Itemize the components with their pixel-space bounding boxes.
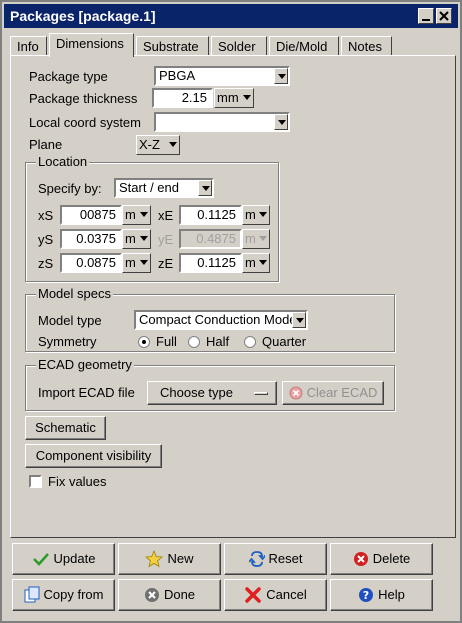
- model-specs-title: Model specs: [36, 286, 113, 301]
- local-coord-select[interactable]: [154, 112, 290, 132]
- tab-notes[interactable]: Notes: [341, 36, 392, 56]
- done-icon: [144, 587, 159, 602]
- thickness-unit-select[interactable]: mm: [214, 88, 254, 108]
- xs-label: xS: [38, 208, 54, 223]
- tab-die-mold[interactable]: Die/Mold: [269, 36, 339, 56]
- schematic-button[interactable]: Schematic: [25, 416, 106, 440]
- chevron-down-icon: [243, 95, 251, 100]
- menu-indicator-icon: [254, 392, 268, 395]
- xs-unit-select[interactable]: m: [122, 205, 151, 225]
- help-button[interactable]: ? Help: [330, 579, 433, 611]
- chevron-down-icon: [259, 236, 267, 241]
- close-button[interactable]: [436, 8, 452, 24]
- minimize-button[interactable]: [418, 8, 434, 24]
- clear-icon: [289, 386, 303, 400]
- import-ecad-label: Import ECAD file: [38, 385, 135, 400]
- window-title: Packages [package.1]: [10, 8, 156, 24]
- model-type-label: Model type: [38, 313, 102, 328]
- chevron-down-icon: [259, 212, 267, 217]
- minimize-icon: [422, 19, 430, 21]
- star-icon: [145, 549, 164, 567]
- tab-dimensions[interactable]: Dimensions: [49, 33, 134, 57]
- packages-window: Packages [package.1] Info Dimensions Sub…: [0, 0, 462, 623]
- symmetry-half-label: Half: [206, 334, 230, 349]
- xe-input[interactable]: 0.1125: [179, 205, 242, 225]
- reset-button[interactable]: Reset: [224, 543, 327, 575]
- symmetry-quarter-radio[interactable]: [244, 336, 256, 348]
- ys-label: yS: [38, 232, 54, 247]
- chevron-down-icon: [274, 114, 288, 130]
- symmetry-label: Symmetry: [38, 334, 97, 349]
- help-icon: ?: [359, 587, 374, 602]
- copy-icon: [24, 586, 40, 603]
- tab-info[interactable]: Info: [10, 36, 47, 56]
- zs-label: zS: [38, 256, 54, 271]
- location-title: Location: [36, 154, 90, 169]
- chevron-down-icon: [292, 312, 306, 328]
- ecad-title: ECAD geometry: [36, 357, 134, 372]
- cancel-icon: [245, 586, 262, 603]
- ye-input: 0.4875: [179, 229, 242, 249]
- ze-input[interactable]: 0.1125: [179, 253, 242, 273]
- model-specs-group: Model specs Model type Compact Conductio…: [25, 286, 395, 352]
- checkmark-icon: [32, 552, 49, 566]
- svg-text:?: ?: [363, 589, 369, 602]
- chevron-down-icon: [140, 236, 148, 241]
- copy-from-button[interactable]: Copy from: [12, 579, 115, 611]
- delete-icon: [353, 551, 368, 566]
- chevron-down-icon: [274, 68, 288, 84]
- ye-label: yE: [158, 232, 174, 247]
- choose-type-button[interactable]: Choose type: [147, 381, 277, 405]
- location-group: Location Specify by: Start / end xS 0087…: [25, 154, 279, 282]
- package-type-label: Package type: [29, 69, 108, 84]
- symmetry-full-radio[interactable]: [138, 336, 150, 348]
- package-thickness-label: Package thickness: [29, 91, 138, 106]
- delete-button[interactable]: Delete: [330, 543, 433, 575]
- title-bar: Packages [package.1]: [4, 4, 458, 28]
- ze-unit-select[interactable]: m: [242, 253, 270, 273]
- symmetry-quarter-label: Quarter: [262, 334, 307, 349]
- model-type-select[interactable]: Compact Conduction Model: [134, 310, 308, 330]
- cancel-button[interactable]: Cancel: [224, 579, 327, 611]
- done-button[interactable]: Done: [118, 579, 221, 611]
- symmetry-half-radio[interactable]: [188, 336, 200, 348]
- chevron-down-icon: [140, 212, 148, 217]
- symmetry-full-label: Full: [156, 334, 177, 349]
- package-type-select[interactable]: PBGA: [154, 66, 290, 86]
- zs-unit-select[interactable]: m: [122, 253, 151, 273]
- chevron-down-icon: [198, 180, 212, 196]
- local-coord-label: Local coord system: [29, 115, 141, 130]
- plane-label: Plane: [29, 137, 63, 152]
- specify-by-label: Specify by:: [38, 181, 102, 196]
- component-visibility-button[interactable]: Component visibility: [25, 444, 162, 468]
- tab-solder[interactable]: Solder: [211, 36, 267, 56]
- dimensions-panel: Package type PBGA Package thickness 2.15…: [10, 55, 456, 538]
- new-button[interactable]: New: [118, 543, 221, 575]
- ys-unit-select[interactable]: m: [122, 229, 151, 249]
- package-thickness-input[interactable]: 2.15: [152, 88, 213, 108]
- tab-substrate[interactable]: Substrate: [136, 36, 209, 56]
- chevron-down-icon: [140, 260, 148, 265]
- clear-ecad-button[interactable]: Clear ECAD: [282, 381, 384, 405]
- xs-input[interactable]: 00875: [60, 205, 122, 225]
- close-icon: [439, 11, 449, 21]
- specify-by-select[interactable]: Start / end: [114, 178, 214, 198]
- ys-input[interactable]: 0.0375: [60, 229, 122, 249]
- fix-values-checkbox[interactable]: [29, 475, 42, 488]
- zs-input[interactable]: 0.0875: [60, 253, 122, 273]
- chevron-down-icon: [259, 260, 267, 265]
- xe-label: xE: [158, 208, 174, 223]
- xe-unit-select[interactable]: m: [242, 205, 270, 225]
- update-button[interactable]: Update: [12, 543, 115, 575]
- ye-unit-select: m: [242, 229, 270, 249]
- ecad-group: ECAD geometry Import ECAD file Choose ty…: [25, 357, 395, 411]
- plane-select[interactable]: X-Z: [136, 135, 180, 155]
- chevron-down-icon: [169, 142, 177, 147]
- reset-icon: [247, 550, 267, 567]
- ze-label: zE: [158, 256, 174, 271]
- fix-values-label: Fix values: [48, 474, 107, 489]
